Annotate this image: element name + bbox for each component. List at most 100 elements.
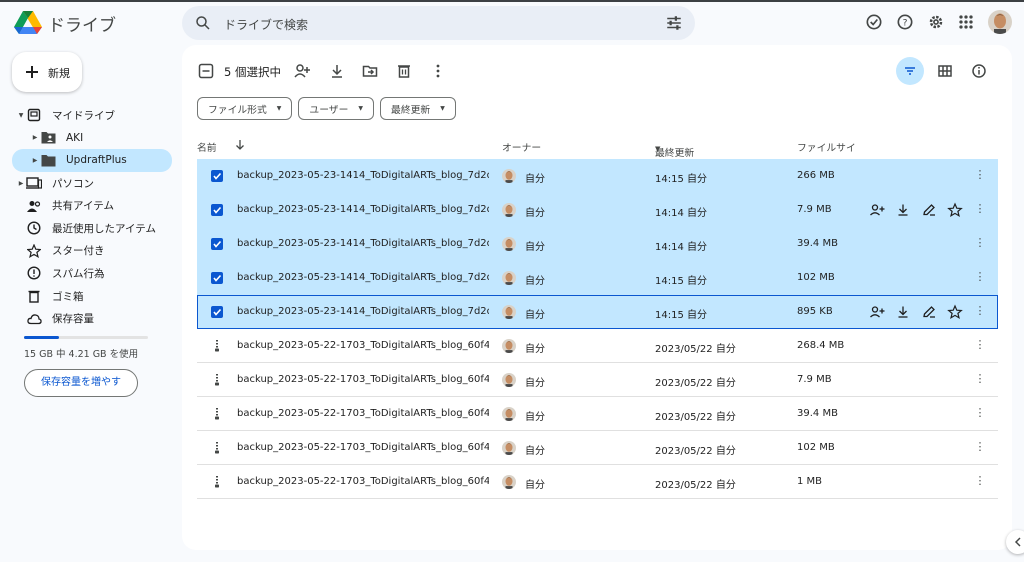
new-button[interactable]: 新規 <box>12 52 82 92</box>
file-modified: 14:15 自分 <box>655 276 707 287</box>
sidebar-item[interactable]: ゴミ箱 <box>12 285 172 308</box>
shared-folder-icon <box>40 131 56 145</box>
file-row[interactable]: backup_2023-05-22-1703_ToDigitalARTs_blo… <box>197 431 998 465</box>
row-more-icon[interactable]: ⋮ <box>973 474 987 490</box>
trash-icon[interactable] <box>396 63 412 79</box>
row-more-icon[interactable]: ⋮ <box>973 372 987 388</box>
rename-pencil-icon[interactable] <box>921 202 937 218</box>
file-name[interactable]: backup_2023-05-23-1414_ToDigitalARTs_blo… <box>237 238 489 249</box>
file-row[interactable]: backup_2023-05-22-1703_ToDigitalARTs_blo… <box>197 363 998 397</box>
clear-selection-icon[interactable] <box>198 63 214 79</box>
row-checkbox[interactable] <box>211 306 223 318</box>
sidebar-item-label: 共有アイテム <box>52 200 114 213</box>
search-bar[interactable]: ドライブで検索 <box>182 6 695 40</box>
sidebar-item[interactable]: 保存容量 <box>12 307 172 330</box>
sidebar-item[interactable]: ▶ AKI <box>12 127 172 150</box>
rename-pencil-icon[interactable] <box>921 304 937 320</box>
share-icon[interactable] <box>869 202 885 218</box>
file-name[interactable]: backup_2023-05-23-1414_ToDigitalARTs_blo… <box>237 204 489 215</box>
sidebar-item[interactable]: ▶ パソコン <box>12 172 172 195</box>
row-more-icon[interactable]: ⋮ <box>973 236 987 252</box>
row-checkbox[interactable] <box>211 204 223 216</box>
expand-caret-icon[interactable]: ▶ <box>16 180 26 187</box>
row-more-icon[interactable]: ⋮ <box>973 304 987 320</box>
get-more-storage-button[interactable]: 保存容量を増やす <box>24 369 138 397</box>
sidebar-item[interactable]: スパム行為 <box>12 262 172 285</box>
file-row[interactable]: backup_2023-05-22-1703_ToDigitalARTs_blo… <box>197 329 998 363</box>
star-icon[interactable] <box>947 202 963 218</box>
filter-people[interactable]: ユーザー ▼ <box>298 97 375 120</box>
account-avatar[interactable] <box>988 10 1012 34</box>
column-name[interactable]: 名前 <box>197 140 217 154</box>
file-name[interactable]: backup_2023-05-23-1414_ToDigitalARTs_blo… <box>237 272 489 283</box>
file-size: 1 MB <box>797 476 823 487</box>
settings-gear-icon[interactable] <box>926 12 946 32</box>
sidebar-item-label: パソコン <box>52 177 94 190</box>
file-row[interactable]: backup_2023-05-23-1414_ToDigitalARTs_blo… <box>197 159 998 193</box>
row-more-icon[interactable]: ⋮ <box>973 406 987 422</box>
search-options-icon[interactable] <box>665 14 683 32</box>
sidebar-item[interactable]: 共有アイテム <box>12 194 172 217</box>
move-to-folder-icon[interactable] <box>362 63 378 79</box>
row-more-icon[interactable]: ⋮ <box>973 168 987 184</box>
star-icon[interactable] <box>947 304 963 320</box>
drive-logo-icon[interactable] <box>14 10 42 34</box>
row-more-icon[interactable]: ⋮ <box>973 440 987 456</box>
sort-arrow-down-icon[interactable] <box>234 139 246 151</box>
column-size[interactable]: ファイルサイ <box>797 140 856 154</box>
row-checkbox[interactable] <box>211 272 223 284</box>
file-name[interactable]: backup_2023-05-22-1703_ToDigitalARTs_blo… <box>237 340 489 351</box>
row-more-icon[interactable]: ⋮ <box>973 338 987 354</box>
file-row[interactable]: backup_2023-05-22-1703_ToDigitalARTs_blo… <box>197 465 998 499</box>
search-input[interactable]: ドライブで検索 <box>224 16 308 33</box>
file-modified: 2023/05/22 自分 <box>655 412 736 423</box>
sidebar-item[interactable]: ▼ マイドライブ <box>12 104 172 127</box>
list-view-button[interactable] <box>896 57 924 85</box>
file-row[interactable]: backup_2023-05-22-1703_ToDigitalARTs_blo… <box>197 397 998 431</box>
expand-caret-icon[interactable]: ▶ <box>30 134 40 141</box>
file-row[interactable]: backup_2023-05-23-1414_ToDigitalARTs_blo… <box>197 295 998 329</box>
file-row[interactable]: backup_2023-05-23-1414_ToDigitalARTs_blo… <box>197 261 998 295</box>
search-icon[interactable] <box>194 14 212 32</box>
file-size: 102 MB <box>797 272 835 283</box>
ready-offline-icon[interactable] <box>864 12 884 32</box>
row-more-icon[interactable]: ⋮ <box>973 270 987 286</box>
owner-avatar <box>502 407 516 421</box>
file-name[interactable]: backup_2023-05-22-1703_ToDigitalARTs_blo… <box>237 408 489 419</box>
info-icon[interactable] <box>971 63 987 79</box>
dropdown-arrow-icon: ▼ <box>276 105 282 112</box>
expand-caret-icon[interactable]: ▼ <box>16 112 26 119</box>
file-row[interactable]: backup_2023-05-23-1414_ToDigitalARTs_blo… <box>197 227 998 261</box>
owner-avatar <box>502 373 516 387</box>
file-name[interactable]: backup_2023-05-22-1703_ToDigitalARTs_blo… <box>237 476 489 487</box>
sidebar-item[interactable]: 最近使用したアイテム <box>12 217 172 240</box>
file-owner: 自分 <box>525 208 545 219</box>
download-icon[interactable] <box>329 63 345 79</box>
file-name[interactable]: backup_2023-05-23-1414_ToDigitalARTs_blo… <box>237 170 489 181</box>
apps-grid-icon[interactable] <box>956 12 976 32</box>
share-add-person-icon[interactable] <box>294 63 310 79</box>
download-icon[interactable] <box>895 202 911 218</box>
sidebar-item[interactable]: スター付き <box>12 240 172 263</box>
column-owner[interactable]: オーナー <box>502 140 541 154</box>
download-icon[interactable] <box>895 304 911 320</box>
owner-avatar <box>502 339 516 353</box>
filter-modified[interactable]: 最終更新 ▼ <box>380 97 456 120</box>
more-actions-icon[interactable] <box>430 63 446 79</box>
grid-view-icon[interactable] <box>937 63 953 79</box>
side-panel-toggle[interactable] <box>1006 530 1024 554</box>
row-checkbox[interactable] <box>211 170 223 182</box>
filter-file-type[interactable]: ファイル形式 ▼ <box>197 97 293 120</box>
file-name[interactable]: backup_2023-05-23-1414_ToDigitalARTs_blo… <box>237 306 489 317</box>
row-more-icon[interactable]: ⋮ <box>973 202 987 218</box>
sidebar-item[interactable]: ▶ UpdraftPlus <box>12 149 172 172</box>
file-row[interactable]: backup_2023-05-23-1414_ToDigitalARTs_blo… <box>197 193 998 227</box>
computer-icon <box>26 176 42 190</box>
file-name[interactable]: backup_2023-05-22-1703_ToDigitalARTs_blo… <box>237 442 489 453</box>
row-checkbox[interactable] <box>211 238 223 250</box>
file-name[interactable]: backup_2023-05-22-1703_ToDigitalARTs_blo… <box>237 374 489 385</box>
help-icon[interactable]: ? <box>895 12 915 32</box>
expand-caret-icon[interactable]: ▶ <box>30 157 40 164</box>
trash-icon <box>26 289 42 303</box>
share-icon[interactable] <box>869 304 885 320</box>
